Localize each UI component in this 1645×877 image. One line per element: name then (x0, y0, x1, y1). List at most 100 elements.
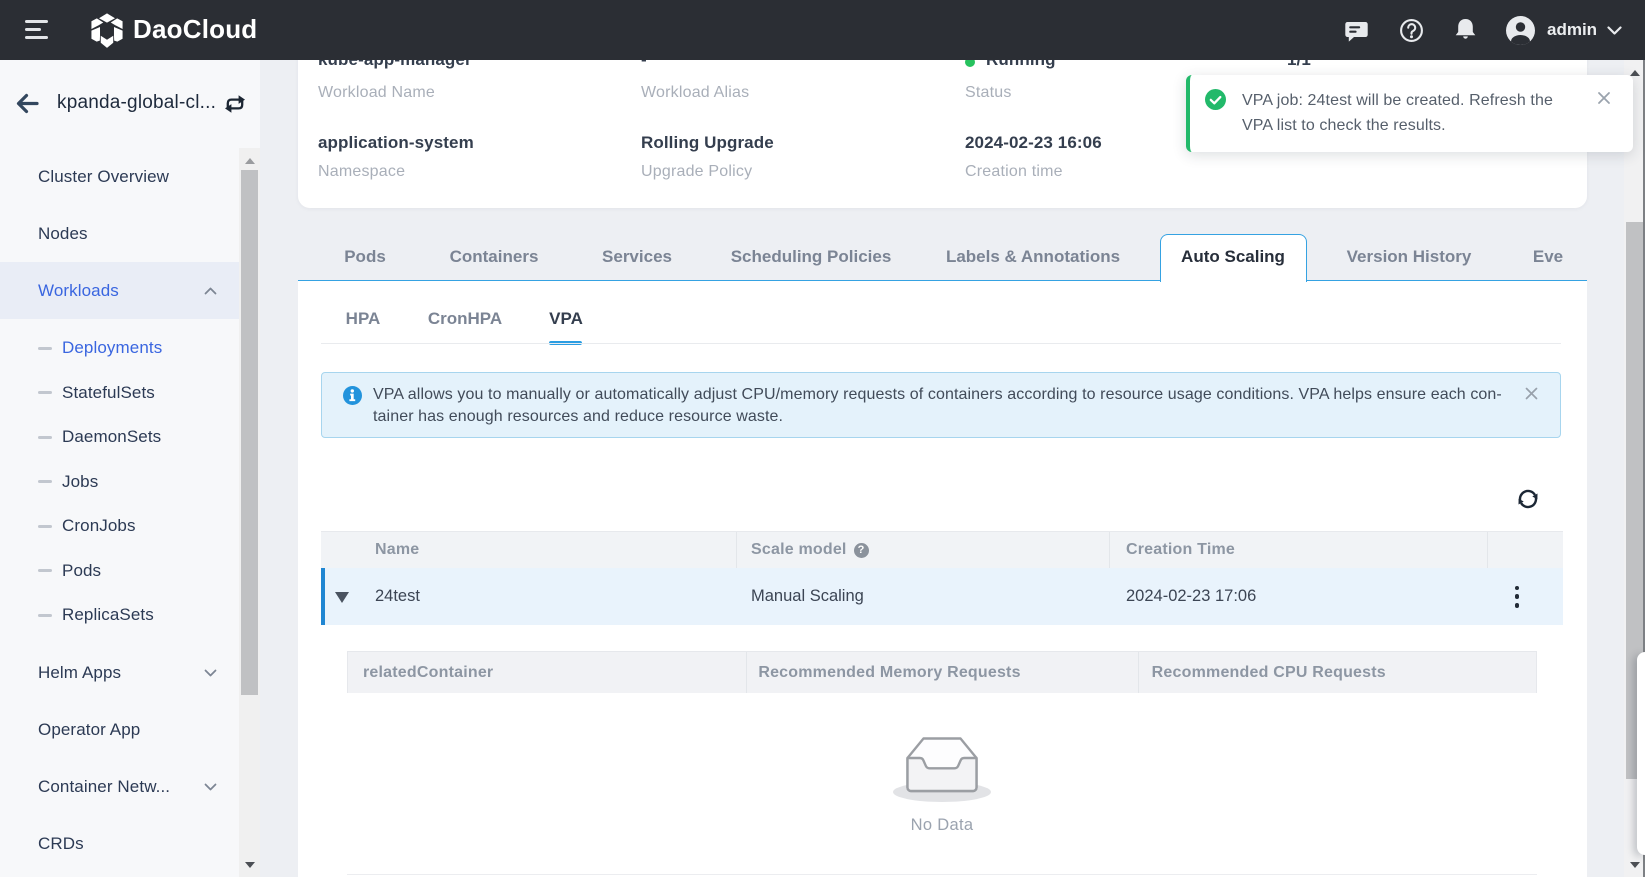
upgrade-policy-label: Upgrade Policy (641, 163, 752, 181)
sidebar-item-helm-apps[interactable]: Helm Apps (0, 645, 239, 702)
recommendation-table-header: relatedContainer Recommended Memory Requ… (347, 651, 1537, 693)
sidebar-item-nodes[interactable]: Nodes (0, 205, 239, 262)
column-actions (1488, 532, 1563, 568)
column-creation-time[interactable]: Creation Time (1110, 532, 1488, 568)
dash-icon (38, 525, 52, 528)
top-bar: DaoCloud admin (0, 0, 1645, 60)
user-chevron-down-icon[interactable] (1607, 26, 1622, 35)
toast-close-icon[interactable] (1597, 91, 1611, 105)
bell-icon[interactable] (1453, 17, 1478, 42)
sidebar-item-deployments[interactable]: Deployments (0, 326, 239, 371)
sidebar-header: kpanda-global-cl... (0, 60, 260, 148)
hamburger-menu-icon[interactable] (25, 20, 48, 40)
subtab-cronhpa[interactable]: CronHPA (428, 309, 502, 329)
chevron-up-icon (204, 287, 217, 295)
chevron-down-icon (204, 783, 217, 791)
scroll-down-icon[interactable] (245, 862, 255, 868)
column-scale-model[interactable]: Scale model? (737, 532, 1110, 568)
empty-state: No Data (347, 733, 1537, 835)
dash-icon (38, 614, 52, 617)
workload-name-label: Workload Name (318, 84, 435, 102)
user-name[interactable]: admin (1547, 20, 1597, 40)
chat-icon[interactable] (1344, 19, 1369, 44)
sidebar-item-cronjobs[interactable]: CronJobs (0, 504, 239, 549)
row-name-cell: 24test (321, 568, 737, 625)
daocloud-logo-icon (89, 10, 125, 51)
dash-icon (38, 569, 52, 572)
tab-version-history[interactable]: Version History (1347, 247, 1472, 267)
sidebar-item-cluster-overview[interactable]: Cluster Overview (0, 148, 239, 205)
sidebar-item-workloads[interactable]: Workloads (0, 262, 239, 319)
subtab-hpa[interactable]: HPA (346, 309, 381, 329)
sidebar-item-replicasets[interactable]: ReplicaSets (0, 593, 239, 638)
page-scroll-down-icon[interactable] (1630, 862, 1640, 868)
vpa-table-header: Name Scale model? Creation Time (321, 531, 1563, 568)
avatar-icon[interactable] (1506, 16, 1535, 45)
tab-services[interactable]: Services (602, 247, 672, 267)
recommendation-table: relatedContainer Recommended Memory Requ… (347, 651, 1537, 875)
sidebar-item-jobs[interactable]: Jobs (0, 460, 239, 505)
vpa-table: Name Scale model? Creation Time 24test M… (321, 531, 1563, 625)
workload-alias-label: Workload Alias (641, 84, 749, 102)
dash-icon (38, 480, 52, 483)
sidebar-item-pods[interactable]: Pods (0, 549, 239, 594)
chevron-down-icon (204, 669, 217, 677)
auto-scaling-panel: HPA CronHPA VPA VPA allows you to manual… (298, 281, 1587, 877)
tabbar-underline (298, 280, 1587, 281)
page-scroll-up-icon[interactable] (1630, 70, 1640, 76)
collapse-row-icon[interactable] (335, 592, 349, 603)
sidebar-item-container-network[interactable]: Container Netw... (0, 759, 239, 816)
namespace-value: application-system (318, 133, 474, 153)
tab-labels-annotations[interactable]: Labels & Annotations (946, 247, 1120, 267)
cluster-name[interactable]: kpanda-global-cl... (57, 92, 216, 114)
success-check-icon (1205, 89, 1226, 110)
no-data-icon (892, 733, 992, 805)
dash-icon (38, 436, 52, 439)
refresh-icon[interactable] (1516, 487, 1540, 511)
toast-message: VPA job: 24test will be created. Refresh… (1242, 88, 1572, 138)
namespace-label: Namespace (318, 163, 405, 181)
sidebar-scrollbar-thumb[interactable] (241, 170, 258, 695)
brand-name: DaoCloud (133, 14, 257, 45)
tab-scheduling-policies[interactable]: Scheduling Policies (731, 247, 892, 267)
column-related-container: relatedContainer (348, 652, 747, 693)
tab-pods[interactable]: Pods (344, 247, 386, 267)
column-recommended-cpu: Recommended CPU Requests (1139, 652, 1536, 693)
column-name[interactable]: Name (321, 532, 737, 568)
subtab-divider (321, 343, 1561, 344)
tab-auto-scaling[interactable]: Auto Scaling (1181, 247, 1285, 267)
workloads-submenu: Deployments StatefulSets DaemonSets Jobs… (0, 319, 239, 645)
side-panel-handle[interactable] (1637, 652, 1645, 855)
subtab-vpa[interactable]: VPA (549, 309, 583, 329)
scroll-up-icon[interactable] (245, 158, 255, 164)
tab-containers[interactable]: Containers (450, 247, 539, 267)
row-creation-time-cell: 2024-02-23 17:06 (1110, 568, 1488, 625)
sidebar-item-crds[interactable]: CRDs (0, 816, 239, 873)
sidebar-scrollbar[interactable] (239, 148, 260, 877)
success-toast: VPA job: 24test will be created. Refresh… (1186, 75, 1633, 152)
column-recommended-memory: Recommended Memory Requests (747, 652, 1138, 693)
sidebar-item-statefulsets[interactable]: StatefulSets (0, 371, 239, 416)
info-icon (343, 386, 362, 405)
creation-time-label: Creation time (965, 163, 1063, 181)
sidebar-item-daemonsets[interactable]: DaemonSets (0, 415, 239, 460)
kebab-menu-icon[interactable] (1514, 586, 1520, 608)
sidebar-item-operator-app[interactable]: Operator App (0, 702, 239, 759)
switch-cluster-icon[interactable] (224, 94, 246, 114)
sidebar: kpanda-global-cl... Cluster Overview Nod… (0, 60, 260, 877)
dash-icon (38, 391, 52, 394)
no-data-text: No Data (347, 816, 1537, 835)
back-arrow-icon[interactable] (16, 93, 39, 114)
help-icon[interactable] (1399, 18, 1424, 43)
tab-events[interactable]: Eve (1533, 247, 1563, 267)
dash-icon (38, 347, 52, 350)
vpa-table-row[interactable]: 24test Manual Scaling 2024-02-23 17:06 (321, 568, 1563, 625)
alert-close-icon[interactable] (1525, 387, 1538, 400)
creation-time-value: 2024-02-23 16:06 (965, 133, 1102, 153)
question-badge-icon[interactable]: ? (854, 543, 869, 558)
vpa-info-alert: VPA allows you to manually or automatica… (321, 372, 1561, 438)
upgrade-policy-value: Rolling Upgrade (641, 133, 774, 153)
status-label: Status (965, 84, 1012, 102)
row-scale-model-cell: Manual Scaling (737, 568, 1110, 625)
vpa-alert-text: VPA allows you to manually or automatica… (373, 384, 1533, 428)
